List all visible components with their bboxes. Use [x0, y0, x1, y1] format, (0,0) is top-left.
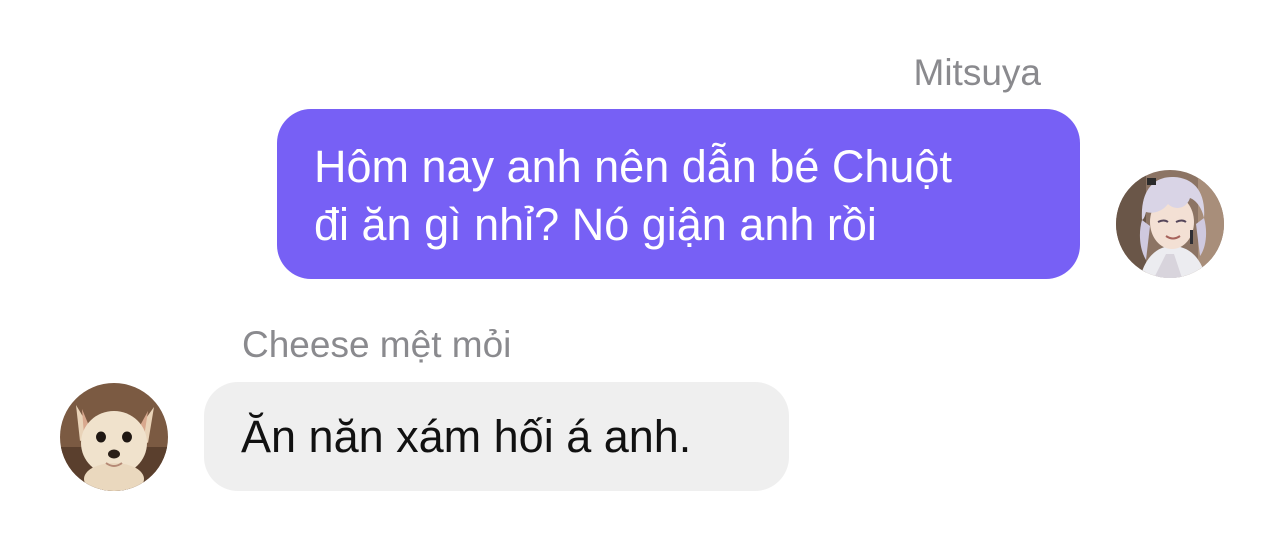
- chihuahua-avatar-icon[interactable]: [60, 383, 168, 491]
- sender-name-mitsuya: Mitsuya: [913, 52, 1041, 93]
- outgoing-message-bubble[interactable]: Hôm nay anh nên dẫn bé Chuột đi ăn gì nh…: [277, 109, 1080, 279]
- sender-name-cheese: Cheese mệt mỏi: [242, 324, 512, 365]
- message-line: Hôm nay anh nên dẫn bé Chuột: [314, 141, 952, 192]
- incoming-message-bubble[interactable]: Ăn năn xám hối á anh.: [204, 382, 789, 491]
- message-line: Ăn năn xám hối á anh.: [241, 411, 692, 462]
- anime-boy-avatar-icon[interactable]: [1116, 170, 1224, 278]
- message-line: đi ăn gì nhỉ? Nó giận anh rồi: [314, 199, 877, 250]
- chat-thread: Mitsuya Hôm nay anh nên dẫn bé Chuột đi …: [0, 0, 1284, 549]
